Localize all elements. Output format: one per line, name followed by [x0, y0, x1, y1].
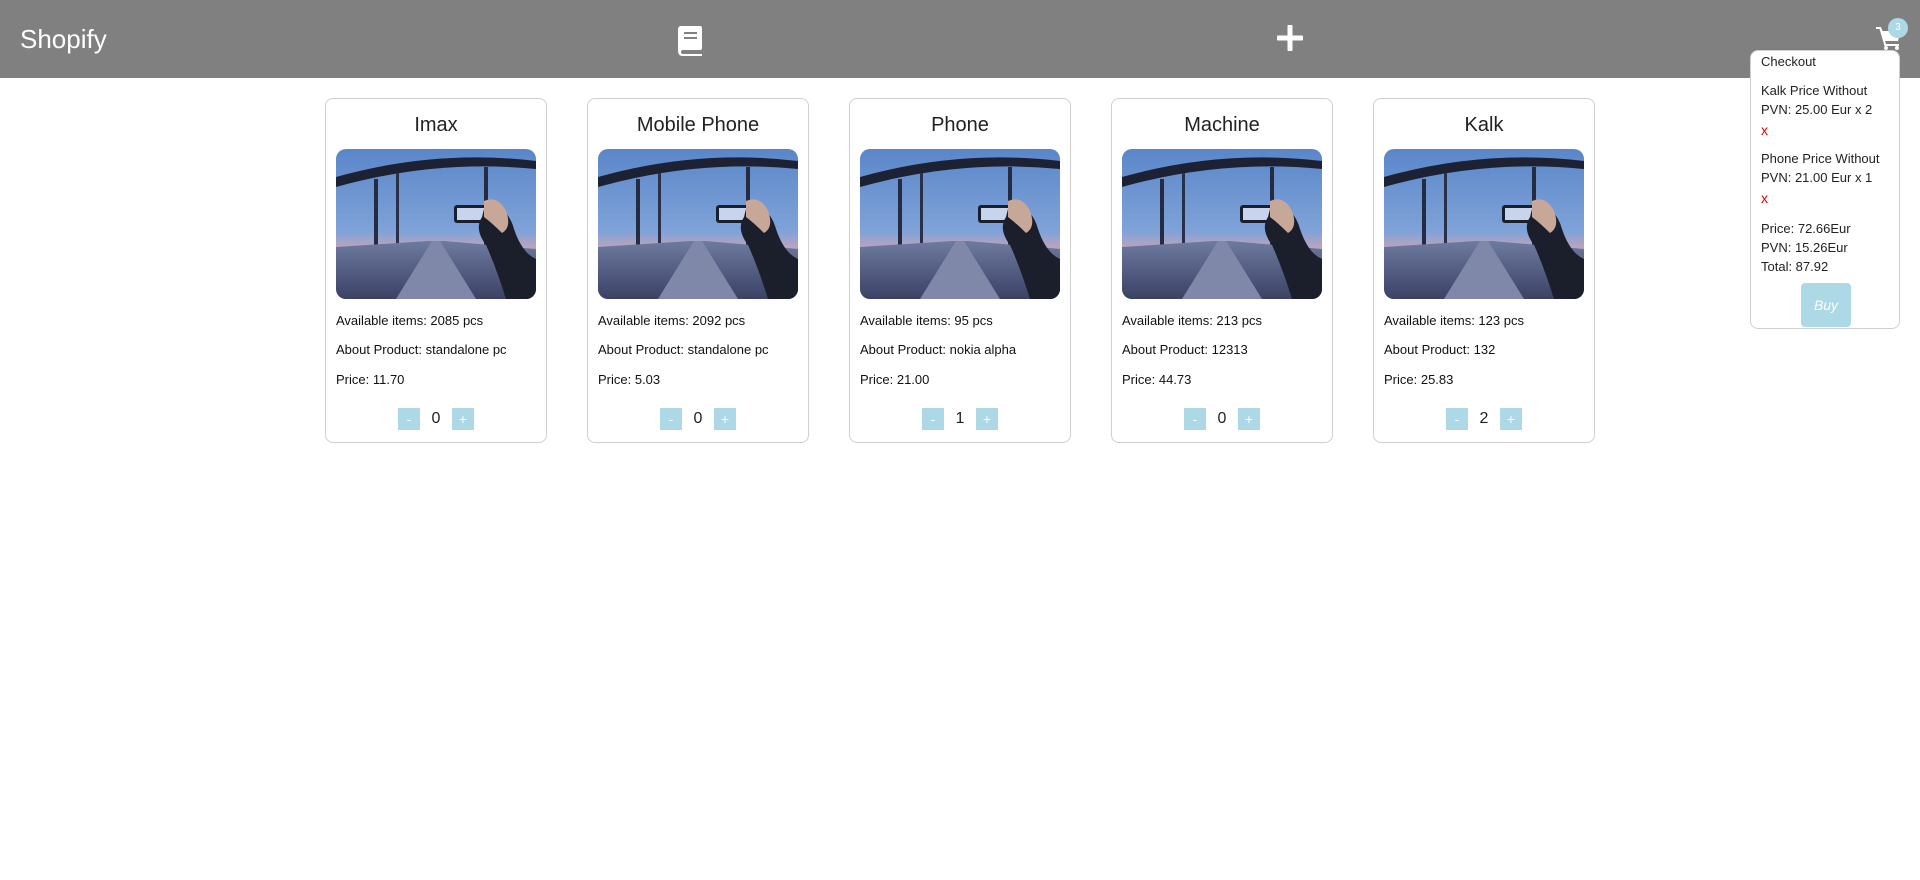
quantity-stepper: -1 + [850, 408, 1070, 432]
product-title: Phone [931, 114, 989, 136]
product-stock: Available items: 95 pcs [860, 313, 993, 328]
product-price: Price: 21.00 [860, 372, 930, 387]
remove-item-button[interactable]: x [1761, 191, 1768, 205]
increase-button[interactable]: + [1238, 408, 1260, 430]
increase-button[interactable]: + [976, 408, 998, 430]
product-card: Kalk Available items: 123 pcs About Prod… [1373, 98, 1595, 443]
product-title: Mobile Phone [636, 114, 760, 136]
product-about: About Product: standalone pc [336, 342, 507, 357]
quantity-value: 0 [431, 410, 441, 427]
product-stock: Available items: 2085 pcs [336, 313, 484, 328]
product-image [336, 149, 536, 299]
product-about: About Product: standalone pc [598, 342, 769, 357]
decrease-button[interactable]: - [922, 408, 944, 430]
quantity-value: 0 [1217, 410, 1227, 427]
increase-button[interactable]: + [714, 408, 736, 430]
checkout-item-name: Phone Price Without [1761, 151, 1880, 166]
quantity-stepper: -0 + [1112, 408, 1332, 432]
cart-count-badge: 3 [1888, 18, 1908, 38]
checkout-item: Kalk Price Without PVN: 25.00 Eur x 2 [1761, 81, 1896, 119]
product-title: Imax [414, 114, 458, 136]
product-card: Phone Available items: 95 pcs About Prod… [849, 98, 1071, 443]
quantity-value: 0 [693, 410, 703, 427]
checkout-dropdown: Checkout Kalk Price Without PVN: 25.00 E… [1750, 50, 1900, 329]
product-image [1122, 149, 1322, 299]
brand-logo[interactable]: Shopify [20, 22, 107, 56]
product-about: About Product: nokia alpha [860, 342, 1017, 357]
product-title: Machine [1184, 114, 1260, 136]
product-card: Imax Available items: 2085 pcs About Pro… [325, 98, 547, 443]
decrease-button[interactable]: - [1446, 408, 1468, 430]
product-about: About Product: 12313 [1122, 342, 1248, 357]
plus-icon[interactable] [1276, 24, 1304, 52]
top-navbar: Shopify 3 [0, 0, 1920, 78]
product-card: Mobile Phone Available items: 2092 pcs A… [587, 98, 809, 443]
product-title: Kalk [1464, 114, 1504, 136]
quantity-stepper: -0 + [326, 408, 546, 432]
checkout-pvn: PVN: 15.26Eur [1761, 240, 1848, 255]
increase-button[interactable]: + [452, 408, 474, 430]
product-stock: Available items: 213 pcs [1122, 313, 1262, 328]
product-image [1384, 149, 1584, 299]
product-list: Imax Available items: 2085 pcs About Pro… [325, 98, 1605, 444]
quantity-stepper: -0 + [588, 408, 808, 432]
checkout-title: Checkout [1761, 54, 1816, 69]
product-stock: Available items: 123 pcs [1384, 313, 1524, 328]
remove-item-button[interactable]: x [1761, 123, 1768, 137]
increase-button[interactable]: + [1500, 408, 1522, 430]
product-image [860, 149, 1060, 299]
checkout-item-name: Kalk Price Without [1761, 83, 1868, 98]
product-image [598, 149, 798, 299]
product-about: About Product: 132 [1384, 342, 1496, 357]
quantity-value: 2 [1479, 410, 1489, 427]
product-price: Price: 11.70 [336, 372, 405, 387]
quantity-value: 1 [955, 410, 965, 427]
product-price: Price: 5.03 [598, 372, 661, 387]
product-price: Price: 44.73 [1122, 372, 1192, 387]
checkout-item-price: PVN: 25.00 Eur x 2 [1761, 102, 1873, 117]
book-icon[interactable] [676, 24, 704, 56]
buy-button[interactable]: Buy [1801, 283, 1851, 327]
decrease-button[interactable]: - [398, 408, 420, 430]
product-card: Machine Available items: 213 pcs About P… [1111, 98, 1333, 443]
decrease-button[interactable]: - [1184, 408, 1206, 430]
checkout-item-price: PVN: 21.00 Eur x 1 [1761, 170, 1873, 185]
quantity-stepper: -2 + [1374, 408, 1594, 432]
checkout-item: Phone Price Without PVN: 21.00 Eur x 1 [1761, 149, 1896, 187]
product-price: Price: 25.83 [1384, 372, 1454, 387]
checkout-price: Price: 72.66Eur [1761, 221, 1851, 236]
product-stock: Available items: 2092 pcs [598, 313, 746, 328]
checkout-total: Total: 87.92 [1761, 259, 1829, 274]
decrease-button[interactable]: - [660, 408, 682, 430]
